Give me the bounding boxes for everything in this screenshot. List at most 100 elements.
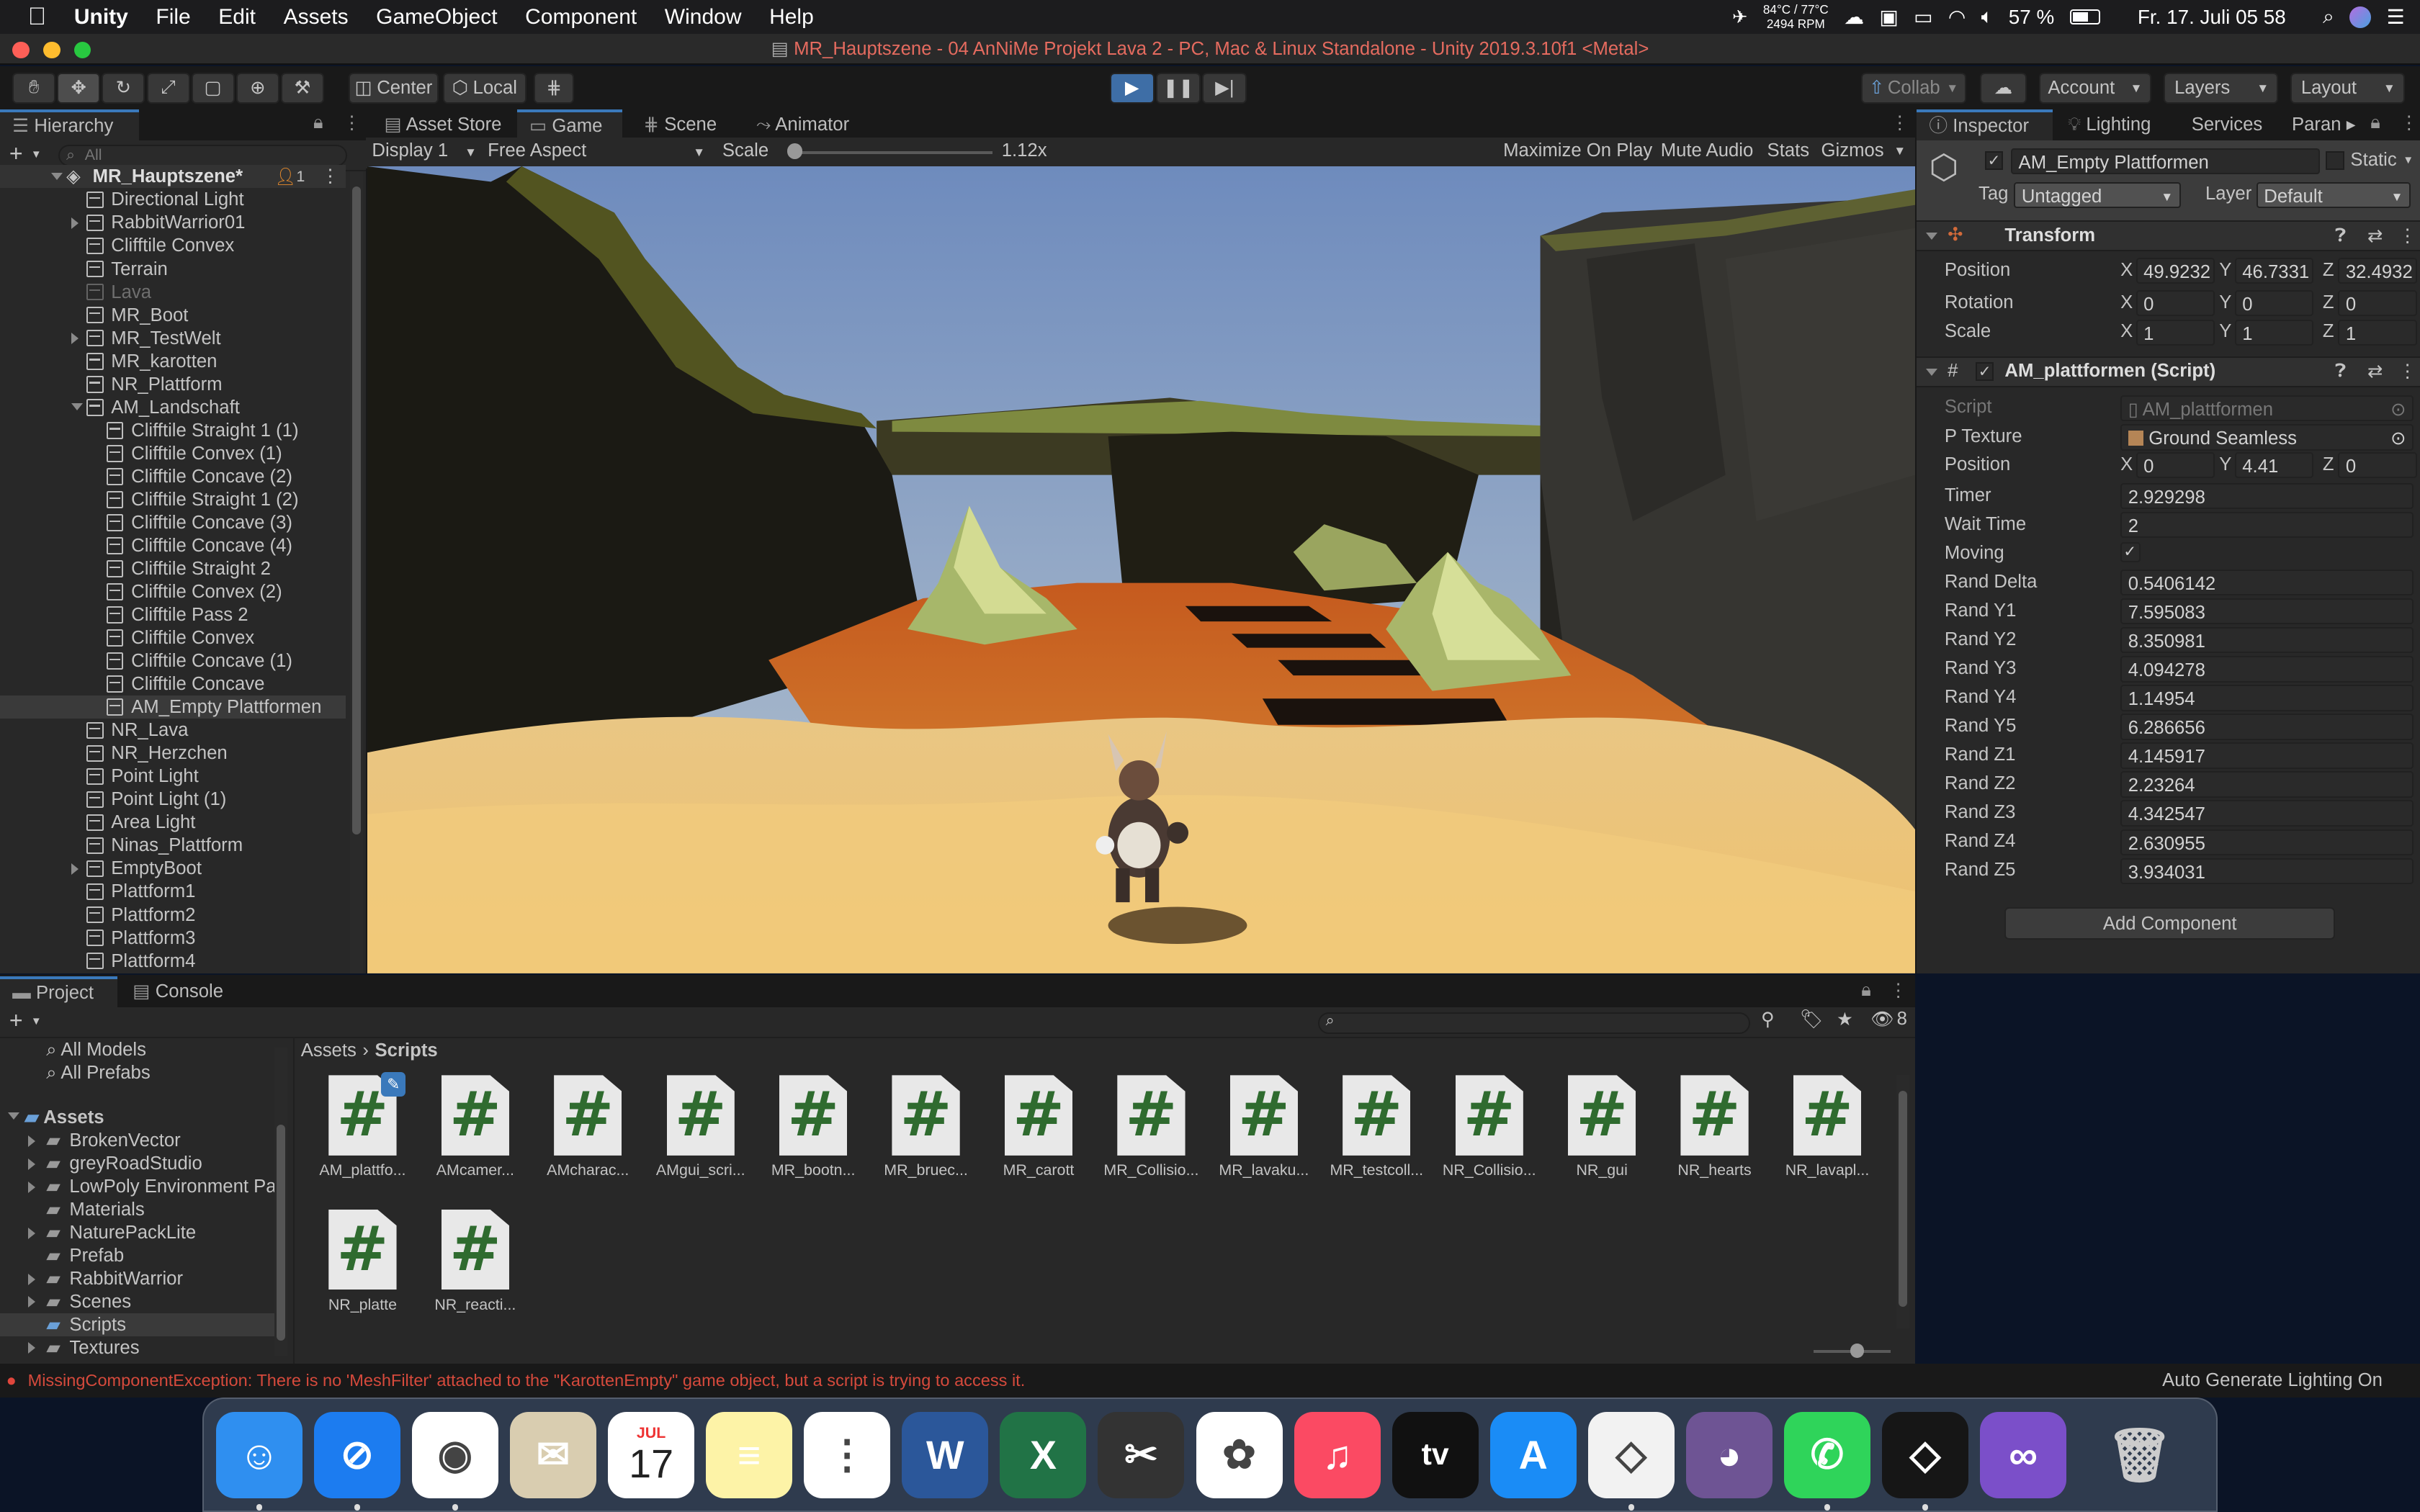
- folder-item[interactable]: ▰ Textures: [0, 1336, 274, 1359]
- hierarchy-scrollbar[interactable]: [350, 171, 363, 974]
- expand-arrow-icon[interactable]: [27, 1342, 35, 1354]
- tab-inspector[interactable]: ⓘ Inspector: [1917, 109, 2053, 140]
- stats-toggle[interactable]: Stats: [1767, 140, 1810, 161]
- aspect-dropdown[interactable]: Free Aspect ▼: [488, 140, 707, 161]
- hierarchy-item[interactable]: MR_TestWelt: [0, 327, 346, 350]
- menu-help[interactable]: Help: [756, 5, 828, 30]
- temp-monitor[interactable]: 84°C / 77°C 2494 RPM: [1763, 3, 1829, 31]
- script-asset[interactable]: # MR_lavaku...: [1214, 1075, 1313, 1179]
- grid-icon[interactable]: ▣: [1879, 5, 1898, 29]
- folder-scroll-thumb[interactable]: [276, 1124, 286, 1341]
- tag-dropdown[interactable]: Untagged ▼: [2014, 181, 2181, 209]
- transform-position-y-field[interactable]: 46.7331: [2234, 257, 2313, 284]
- help-icon[interactable]: ❓︎: [2335, 225, 2346, 247]
- excel-icon[interactable]: X: [1000, 1411, 1087, 1498]
- transform-position-z-field[interactable]: 32.4932: [2338, 257, 2417, 284]
- mail-icon[interactable]: ✉: [510, 1411, 597, 1498]
- music-icon[interactable]: ♫: [1294, 1411, 1381, 1498]
- chevron-down-icon[interactable]: ▼: [31, 1015, 42, 1027]
- object-name-field[interactable]: AM_Empty Plattformen: [2010, 148, 2320, 175]
- transform-scale-x-field[interactable]: 1: [2136, 319, 2215, 346]
- search-by-type-icon[interactable]: ⚲: [1761, 1009, 1775, 1030]
- user-icon[interactable]: [2349, 6, 2372, 28]
- hierarchy-scroll-thumb[interactable]: [351, 186, 362, 835]
- clock[interactable]: Fr. 17. Juli 05 58: [2138, 6, 2286, 29]
- active-checkbox[interactable]: ✓: [1984, 150, 2004, 170]
- github-icon[interactable]: ◕: [1685, 1411, 1773, 1498]
- script-field-value[interactable]: 7.595083: [2120, 598, 2414, 625]
- rect-tool-button[interactable]: ▢: [191, 72, 235, 104]
- hierarchy-item[interactable]: Terrain: [0, 258, 346, 281]
- unity-hub-icon[interactable]: ◇: [1587, 1411, 1675, 1498]
- transform-header[interactable]: ✣ Transform ❓︎ ⇄ ⋮: [1917, 220, 2420, 252]
- scene-menu-icon[interactable]: ⋮: [321, 165, 340, 188]
- menu-gameobject[interactable]: GameObject: [362, 5, 511, 30]
- project-scrollbar[interactable]: [1896, 1075, 1909, 1328]
- play-button[interactable]: ▶: [1109, 72, 1155, 104]
- hierarchy-item[interactable]: Clifftile Concave: [0, 672, 346, 696]
- script-field-value[interactable]: 4.145917: [2120, 742, 2414, 769]
- folder-item[interactable]: ▰ BrokenVector: [0, 1129, 274, 1152]
- hand-tool-button[interactable]: ✋︎: [12, 72, 56, 104]
- tab-game[interactable]: ▭ Game: [516, 109, 622, 140]
- appletv-icon[interactable]: tv: [1392, 1411, 1479, 1498]
- tab-asset-store[interactable]: ▤ Asset Store: [372, 109, 514, 140]
- whatsapp-icon[interactable]: ✆: [1783, 1411, 1870, 1498]
- folder-item[interactable]: ▰ Materials: [0, 1198, 274, 1221]
- script-asset[interactable]: # ✎ AM_plattfo...: [313, 1072, 412, 1179]
- airplay-icon[interactable]: ▭: [1914, 5, 1932, 29]
- finder-icon[interactable]: ☺: [215, 1411, 302, 1498]
- script-field-value[interactable]: 0.5406142: [2120, 569, 2414, 596]
- script-enabled-checkbox[interactable]: ✓: [1975, 362, 1994, 382]
- appstore-icon[interactable]: A: [1489, 1411, 1577, 1498]
- tab-console[interactable]: ▤ Console: [120, 976, 236, 1007]
- texture-field[interactable]: Ground Seamless ⊙: [2120, 424, 2414, 451]
- wifi-icon[interactable]: ◠: [1948, 5, 1966, 29]
- tab-scene[interactable]: ⋕ Scene: [631, 109, 729, 140]
- hierarchy-item[interactable]: Clifftile Convex (1): [0, 442, 346, 465]
- script-field-value[interactable]: 4.094278: [2120, 656, 2414, 683]
- expand-arrow-icon[interactable]: [7, 1112, 19, 1120]
- hierarchy-item[interactable]: Clifftile Convex: [0, 626, 346, 649]
- expand-arrow-icon[interactable]: [1926, 233, 1938, 240]
- expand-arrow-icon[interactable]: [27, 1181, 35, 1193]
- layers-dropdown[interactable]: Layers ▼: [2164, 72, 2278, 104]
- lock-icon[interactable]: 🔒︎: [1861, 980, 1871, 1002]
- script-asset[interactable]: # AMgui_scri...: [651, 1075, 750, 1179]
- word-icon[interactable]: W: [902, 1411, 989, 1498]
- hierarchy-item[interactable]: Plattform3: [0, 927, 346, 950]
- hierarchy-item[interactable]: Clifftile Straight 1 (1): [0, 419, 346, 442]
- folder-item[interactable]: ▰ Scenes: [0, 1290, 274, 1313]
- expand-arrow-icon[interactable]: [50, 172, 63, 180]
- script-asset[interactable]: # NR_Collisio...: [1440, 1075, 1538, 1179]
- display-dropdown[interactable]: Display 1 ▼: [372, 140, 480, 161]
- battery-percent[interactable]: 57 %: [2009, 6, 2054, 29]
- expand-arrow-icon[interactable]: [27, 1296, 35, 1308]
- trash-icon[interactable]: 🗑︎: [2097, 1412, 2183, 1498]
- favorite-all-models[interactable]: ⌕ All Models: [46, 1038, 146, 1061]
- expand-arrow-icon[interactable]: [27, 1158, 35, 1170]
- status-error-message[interactable]: MissingComponentException: There is no '…: [28, 1364, 1026, 1398]
- scale-slider-track[interactable]: [788, 150, 992, 155]
- hierarchy-item[interactable]: Clifftile Convex: [0, 234, 346, 257]
- visualstudio-icon[interactable]: ∞: [1980, 1411, 2067, 1498]
- script-field-value[interactable]: 4.342547: [2120, 800, 2414, 827]
- help-icon[interactable]: ❓︎: [2335, 361, 2346, 382]
- script-field-value[interactable]: 2.929298: [2120, 482, 2414, 510]
- panel-menu-icon[interactable]: ⋮: [1889, 980, 1908, 1002]
- hierarchy-item[interactable]: Clifftile Concave (3): [0, 511, 346, 534]
- expand-arrow-icon[interactable]: [27, 1135, 35, 1147]
- lock-icon[interactable]: 🔒︎: [2370, 112, 2380, 134]
- calendar-icon[interactable]: JUL 17: [608, 1411, 695, 1498]
- hierarchy-item[interactable]: MR_Boot: [0, 304, 346, 327]
- spotlight-icon[interactable]: ⌕: [2323, 5, 2334, 29]
- script-asset[interactable]: # NR_reacti...: [426, 1209, 524, 1314]
- hierarchy-item[interactable]: Clifftile Pass 2: [0, 603, 346, 626]
- hierarchy-item[interactable]: MR_karotten: [0, 350, 346, 373]
- cloud-icon[interactable]: ☁: [1844, 5, 1864, 29]
- tab-lighting[interactable]: 💡︎ Lighting: [2056, 109, 2163, 140]
- expand-arrow-icon[interactable]: [71, 333, 79, 345]
- hierarchy-item[interactable]: AM_Empty Plattformen: [0, 696, 346, 719]
- menu-edit[interactable]: Edit: [205, 5, 269, 30]
- hierarchy-item[interactable]: Point Light: [0, 765, 346, 788]
